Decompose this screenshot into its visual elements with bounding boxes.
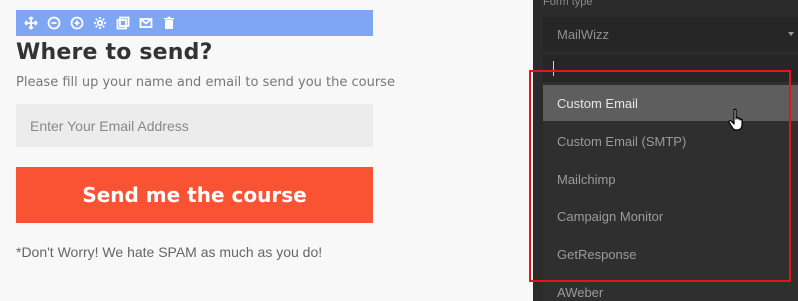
option-label: Custom Email [557, 95, 638, 111]
plus-circle-icon[interactable] [70, 16, 84, 30]
send-course-button[interactable]: Send me the course [16, 167, 373, 223]
settings-panel: Form type MailWizz Custom Email Custom E… [533, 0, 798, 301]
option-custom-email[interactable]: Custom Email [543, 85, 798, 121]
form-heading: Where to send? [16, 40, 213, 65]
trash-icon[interactable] [162, 16, 176, 30]
option-label: Mailchimp [557, 171, 616, 187]
element-toolbar [16, 10, 373, 36]
copy-icon[interactable] [116, 16, 130, 30]
option-custom-email-smtp[interactable]: Custom Email (SMTP) [543, 123, 798, 159]
form-subtext: Please fill up your name and email to se… [16, 75, 395, 90]
hand-pointer-icon [728, 108, 743, 131]
spam-note: *Don't Worry! We hate SPAM as much as yo… [16, 244, 323, 260]
option-label: GetResponse [557, 246, 637, 262]
text-cursor [553, 61, 554, 76]
form-type-label: Form type [543, 0, 593, 8]
gear-icon[interactable] [93, 16, 107, 30]
option-mailchimp[interactable]: Mailchimp [543, 161, 798, 197]
option-getresponse[interactable]: GetResponse [543, 236, 798, 272]
mail-icon[interactable] [139, 16, 153, 30]
caret-down-icon [788, 32, 794, 36]
minus-circle-icon[interactable] [47, 16, 61, 30]
form-type-dropdown: Custom Email Custom Email (SMTP) Mailchi… [543, 55, 798, 301]
form-editor: Where to send? Please fill up your name … [0, 0, 533, 301]
email-input[interactable] [16, 104, 373, 147]
form-type-select[interactable]: MailWizz [543, 17, 798, 51]
dropdown-search-input[interactable] [543, 55, 798, 82]
option-aweber[interactable]: AWeber [543, 274, 798, 301]
move-icon[interactable] [24, 16, 38, 30]
form-type-selected: MailWizz [557, 26, 609, 42]
option-label: Campaign Monitor [557, 208, 664, 224]
option-label: Custom Email (SMTP) [557, 133, 687, 149]
option-label: AWeber [557, 284, 604, 300]
option-campaign-monitor[interactable]: Campaign Monitor [543, 198, 798, 234]
